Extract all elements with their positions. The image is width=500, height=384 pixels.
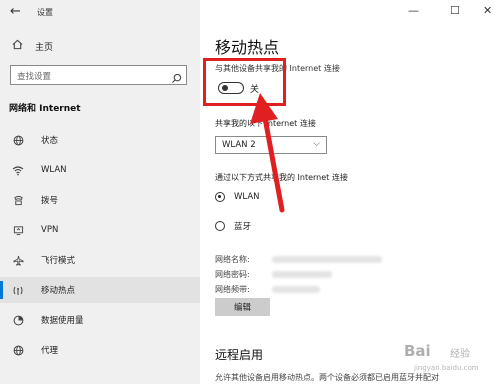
- radio-circle: [215, 192, 225, 202]
- radio-label: WLAN: [234, 192, 260, 202]
- sidebar: ← 设置 主页 查找设置 网络和 Internet 状态 WLAN 拨号 VPN…: [0, 0, 200, 384]
- network-band-value: [272, 286, 320, 293]
- hotspot-icon: [11, 285, 25, 296]
- share-from-label: 共享我的以下 Internet 连接: [215, 119, 316, 128]
- watermark-url: jingyan.baidu.com: [414, 364, 479, 372]
- baidu-watermark: Bai 经验 jingyan.baidu.com: [392, 340, 496, 380]
- dialup-icon: [11, 195, 25, 206]
- sidebar-item-label: 数据使用量: [41, 316, 84, 326]
- sidebar-item-hotspot[interactable]: 移动热点: [0, 277, 200, 303]
- main-panel: — ☐ ✕ 移动热点 与其他设备共享我的 Internet 连接 关 共享我的以…: [200, 0, 500, 384]
- sidebar-item-proxy[interactable]: 代理: [0, 337, 200, 363]
- sidebar-item-label: VPN: [41, 225, 59, 235]
- proxy-icon: [11, 345, 25, 356]
- sidebar-item-label: 代理: [41, 346, 59, 356]
- vpn-icon: [11, 225, 25, 236]
- page-title: 移动热点: [215, 38, 280, 57]
- search-placeholder: 查找设置: [17, 72, 52, 82]
- highlight-box: [203, 58, 286, 106]
- network-password-label: 网络密码:: [215, 270, 250, 279]
- radio-label: 蓝牙: [234, 222, 252, 232]
- sidebar-item-airplane[interactable]: 飞行模式: [0, 247, 200, 273]
- home-label: 主页: [35, 42, 54, 53]
- watermark-brand: Bai: [404, 342, 431, 360]
- network-password-value: [272, 271, 332, 278]
- radio-wlan[interactable]: WLAN: [215, 192, 260, 202]
- radio-circle: [215, 221, 225, 231]
- sidebar-item-status[interactable]: 状态: [0, 127, 200, 153]
- watermark-suffix: 经验: [450, 349, 470, 360]
- data-usage-icon: [11, 315, 25, 326]
- network-name-value: [272, 256, 382, 263]
- remote-enable-title: 远程启用: [215, 348, 264, 362]
- sidebar-item-label: 飞行模式: [41, 256, 76, 266]
- airplane-icon: [11, 255, 25, 266]
- sidebar-item-label: WLAN: [41, 165, 67, 175]
- maximize-button[interactable]: ☐: [450, 4, 460, 17]
- chevron-down-icon: ⌵: [313, 139, 320, 149]
- radio-bluetooth[interactable]: 蓝牙: [215, 220, 251, 232]
- back-arrow-icon[interactable]: ←: [10, 4, 21, 19]
- edit-button[interactable]: 编辑: [215, 298, 270, 316]
- search-input[interactable]: 查找设置: [10, 65, 187, 85]
- share-via-label: 通过以下方式共享我的 Internet 连接: [215, 173, 348, 182]
- wifi-icon: [11, 165, 25, 176]
- sidebar-item-wlan[interactable]: WLAN: [0, 157, 200, 183]
- sidebar-item-label: 拨号: [41, 196, 59, 206]
- sidebar-item-label: 移动热点: [41, 286, 76, 296]
- sidebar-item-vpn[interactable]: VPN: [0, 217, 200, 243]
- globe-icon: [11, 135, 25, 146]
- close-button[interactable]: ✕: [483, 4, 492, 17]
- sidebar-item-label: 状态: [41, 136, 59, 146]
- sidebar-item-data-usage[interactable]: 数据使用量: [0, 307, 200, 333]
- sidebar-item-dialup[interactable]: 拨号: [0, 187, 200, 213]
- home-link[interactable]: 主页: [12, 39, 53, 53]
- network-band-label: 网络频带:: [215, 285, 250, 294]
- app-title: 设置: [37, 8, 53, 17]
- section-title: 网络和 Internet: [9, 104, 81, 114]
- minimize-button[interactable]: —: [408, 4, 419, 17]
- search-icon[interactable]: [171, 69, 182, 84]
- network-name-label: 网络名称:: [215, 255, 250, 264]
- home-icon: [12, 39, 26, 53]
- share-from-select[interactable]: WLAN 2 ⌵: [215, 136, 327, 154]
- share-from-value: WLAN 2: [222, 140, 256, 150]
